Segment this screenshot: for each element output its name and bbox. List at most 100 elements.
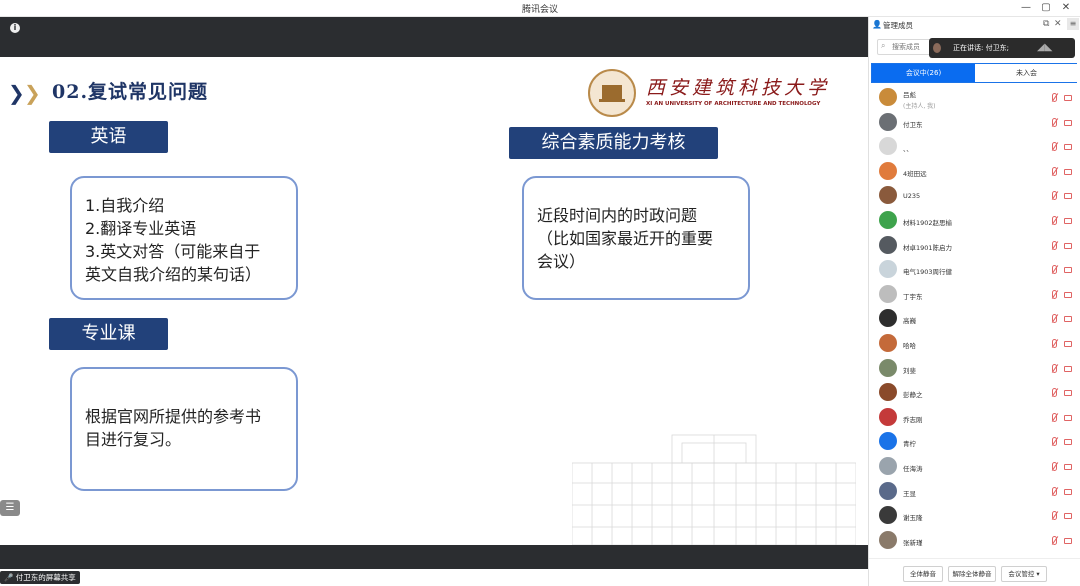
- panel-footer: 全体静音 解除全体静音 会议管控 ▾: [869, 558, 1080, 586]
- chevron-down-icon: ▾: [1036, 570, 1040, 578]
- participant-list: 吕彪 (主持人, 我) 付卫东、、 4班田远 U235 材料1902赵思榆材卓1901陈启…: [869, 86, 1080, 556]
- camera-off-icon[interactable]: [1064, 414, 1072, 421]
- participant-row[interactable]: 4班田远: [869, 160, 1080, 184]
- stage-bottom-bar: [0, 545, 868, 569]
- camera-off-icon[interactable]: [1064, 95, 1072, 101]
- screen-share-label: 🎤 付卫东的屏幕共享: [0, 571, 80, 584]
- popout-icon[interactable]: ⧉: [1043, 19, 1049, 29]
- meeting-control-button[interactable]: 会议管控 ▾: [1001, 566, 1047, 582]
- mute-all-button[interactable]: 全体静音: [903, 566, 943, 582]
- university-name-cn: 西安建筑科技大学: [646, 77, 831, 99]
- card-line: 英文自我介绍的某句话）: [85, 265, 262, 284]
- avatar: [879, 383, 897, 402]
- members-panel: 👤 管理成员 ⧉ ✕ ≡ ⌕ 正在讲话: 付卫东; ◢◣ 会议中(26) 未入会…: [868, 17, 1080, 586]
- participant-row[interactable]: 王显: [869, 480, 1080, 504]
- chevron-right-icon: ❯: [8, 81, 25, 105]
- participant-row[interactable]: 材料1902赵思榆: [869, 209, 1080, 233]
- camera-off-icon[interactable]: [1064, 537, 1072, 544]
- tab-in-meeting[interactable]: 会议中(26): [872, 64, 975, 82]
- card-line: 2.翻译专业英语: [85, 219, 197, 238]
- audio-wave-icon: ◢◣: [1037, 42, 1053, 53]
- card-line: 会议）: [537, 252, 586, 271]
- camera-off-icon[interactable]: [1064, 513, 1072, 520]
- chevron-right-icon: ❯: [24, 81, 41, 105]
- avatar: [879, 88, 897, 106]
- participant-row[interactable]: 任海涛: [869, 455, 1080, 479]
- participant-row[interactable]: 刘斐: [869, 357, 1080, 381]
- quality-card: 近段时间内的时政问题 （比如国家最近开的重要 会议）: [522, 176, 750, 300]
- tab-not-joined[interactable]: 未入会: [975, 64, 1078, 82]
- camera-off-icon[interactable]: [1064, 144, 1072, 151]
- camera-off-icon[interactable]: [1064, 316, 1072, 323]
- university-seal-icon: [588, 69, 636, 117]
- speaking-text: 正在讲话: 付卫东;: [953, 44, 1009, 52]
- camera-off-icon[interactable]: [1064, 267, 1072, 274]
- camera-off-icon[interactable]: [1064, 291, 1072, 298]
- building-illustration: [572, 434, 856, 545]
- menu-icon[interactable]: ≡: [1067, 18, 1079, 30]
- participant-row[interactable]: 张新瑾: [869, 529, 1080, 553]
- section-tag-major: 专业课: [49, 318, 168, 350]
- participant-name: 张新瑾: [903, 538, 923, 547]
- maximize-button[interactable]: ▢: [1038, 1, 1054, 15]
- participant-name: 4班田远: [903, 169, 927, 178]
- info-icon[interactable]: i: [10, 23, 20, 33]
- member-tabs: 会议中(26) 未入会: [871, 63, 1078, 83]
- participant-name: 丁宇东: [903, 292, 923, 301]
- participant-row[interactable]: 丁宇东: [869, 283, 1080, 307]
- camera-off-icon[interactable]: [1064, 218, 1072, 224]
- participant-row[interactable]: U235: [869, 184, 1080, 208]
- avatar: [879, 457, 897, 475]
- participant-name: 吕彪: [903, 91, 916, 99]
- camera-off-icon[interactable]: [1064, 193, 1072, 200]
- camera-off-icon[interactable]: [1064, 390, 1072, 397]
- mic-icon: 🎤: [4, 573, 14, 582]
- card-line: （比如国家最近开的重要: [537, 229, 714, 248]
- presentation-slide: ❯ ❯ 02.复试常见问题 西安建筑科技大学 XI AN UNIVERSITY …: [0, 57, 868, 545]
- avatar: [879, 407, 897, 426]
- participant-row[interactable]: 、、: [869, 135, 1080, 159]
- participant-row[interactable]: 材卓1901陈启力: [869, 234, 1080, 258]
- avatar: [879, 334, 897, 352]
- avatar: [879, 161, 897, 180]
- participant-row[interactable]: 付卫东: [869, 111, 1080, 135]
- camera-off-icon[interactable]: [1064, 242, 1072, 249]
- avatar: [879, 530, 897, 549]
- participant-name: 青柠: [903, 440, 916, 449]
- participant-name: 任海涛: [903, 465, 923, 473]
- participant-row[interactable]: 吕彪 (主持人, 我): [869, 86, 1080, 110]
- camera-off-icon[interactable]: [1064, 439, 1072, 446]
- avatar: [879, 211, 897, 229]
- camera-off-icon[interactable]: [1064, 119, 1072, 126]
- participant-row[interactable]: 高巍: [869, 307, 1080, 331]
- participant-row[interactable]: 电气1903周行健: [869, 258, 1080, 282]
- status-bar: 🎤 付卫东的屏幕共享: [0, 569, 868, 586]
- avatar: [879, 260, 897, 279]
- close-button[interactable]: ✕: [1058, 1, 1074, 15]
- avatar: [879, 481, 897, 500]
- camera-off-icon[interactable]: [1064, 488, 1072, 495]
- camera-off-icon[interactable]: [1064, 341, 1072, 347]
- camera-off-icon[interactable]: [1064, 464, 1072, 470]
- screen-share-text: 付卫东的屏幕共享: [15, 573, 76, 582]
- camera-off-icon[interactable]: [1064, 168, 1072, 175]
- list-menu-button[interactable]: ☰: [0, 500, 20, 516]
- participant-row[interactable]: 谢玉隆: [869, 504, 1080, 528]
- close-panel-icon[interactable]: ✕: [1054, 19, 1062, 29]
- avatar: [879, 506, 897, 525]
- participant-row[interactable]: 青柠: [869, 430, 1080, 454]
- minimize-button[interactable]: —: [1018, 1, 1034, 15]
- camera-off-icon[interactable]: [1064, 365, 1072, 372]
- university-logo: 西安建筑科技大学 XI AN UNIVERSITY OF ARCHITECTUR…: [588, 69, 838, 119]
- unmute-all-button[interactable]: 解除全体静音: [948, 566, 996, 582]
- participant-name: 电气1903周行健: [903, 268, 953, 277]
- participant-row[interactable]: 彭静之: [869, 381, 1080, 405]
- search-icon: ⌕: [881, 41, 886, 50]
- participant-row[interactable]: 乔志刚: [869, 406, 1080, 430]
- card-line: 近段时间内的时政问题: [537, 206, 698, 225]
- participant-name: U235: [903, 192, 921, 201]
- participant-row[interactable]: 哈哈: [869, 332, 1080, 356]
- participant-name: 彭静之: [903, 391, 923, 400]
- participant-name: 材卓1901陈启力: [903, 243, 953, 252]
- section-tag-quality: 综合素质能力考核: [509, 127, 718, 159]
